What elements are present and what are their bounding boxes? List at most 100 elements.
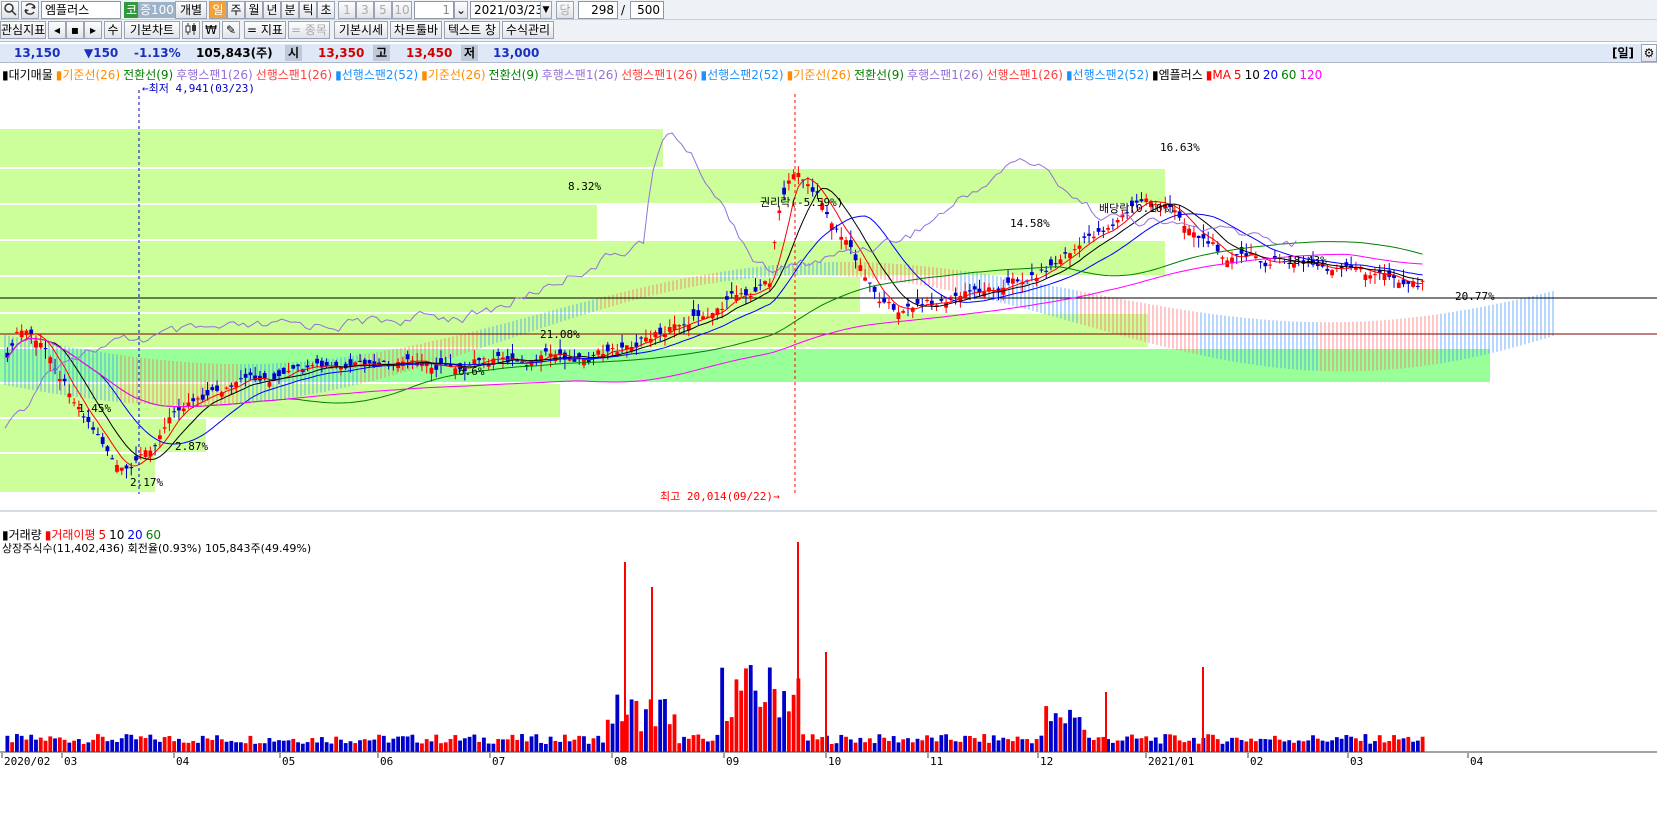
count-field[interactable]: 1 (414, 1, 454, 19)
profile-band (0, 277, 860, 312)
volume-bar (477, 741, 482, 752)
rights-ex-label: 권리락(-5.59%) (760, 196, 843, 209)
volume-bar (196, 742, 200, 752)
volume-bar (439, 743, 443, 752)
watch-indicator-button[interactable]: 관심지표 (0, 21, 46, 39)
date-dropdown-icon[interactable]: ▼ (540, 1, 552, 19)
candle-icon[interactable] (182, 21, 200, 39)
item-button[interactable]: = 종목 (288, 21, 330, 39)
volume-bar (391, 738, 396, 752)
search-icon[interactable] (1, 1, 19, 19)
price-volume-chart[interactable]: ←최저 4,941(03/23) 최고 20,014(09/22)→ 권리락(-5.… (0, 64, 1657, 813)
candle-body (134, 456, 138, 461)
candle-body (243, 373, 248, 378)
volume-bar (353, 743, 358, 752)
basic-quote-button[interactable]: 기본시세 (334, 21, 388, 39)
volume-bar (1311, 735, 1315, 752)
volume-bar (1072, 717, 1077, 752)
indicator-button[interactable]: = 지표 (244, 21, 286, 39)
candle-body (34, 340, 38, 348)
period-minute-button[interactable]: 분 (281, 1, 299, 19)
volume-bar (1268, 739, 1273, 752)
minute-1-button[interactable]: 1 (338, 1, 356, 19)
period-tick-button[interactable]: 틱 (299, 1, 317, 19)
basic-chart-button[interactable]: 기본차트 (124, 21, 180, 39)
candle-body (1325, 268, 1330, 271)
volume-bar (277, 740, 281, 752)
volume-bar (1096, 737, 1101, 752)
high-marker-label: 최고 20,014(09/22)→ (660, 490, 780, 503)
volume-bar (1325, 741, 1330, 752)
volume-bar (877, 734, 882, 752)
count-dropdown-icon[interactable]: ⌄ (454, 1, 468, 19)
su-button[interactable]: 수 (104, 21, 122, 39)
period-second-button[interactable]: 초 (317, 1, 335, 19)
refresh-icon[interactable] (21, 1, 39, 19)
volume-bar (481, 737, 486, 752)
candle-body (620, 342, 624, 348)
volume-bar (1368, 743, 1373, 752)
candle-body (124, 465, 129, 469)
scroll-left-icon[interactable]: ◂ (48, 21, 66, 39)
candle-body (1396, 282, 1401, 288)
scroll-right-icon[interactable]: ▸ (84, 21, 102, 39)
chart-toolbar-button[interactable]: 차트툴바 (390, 21, 442, 39)
minute-10-button[interactable]: 10 (392, 1, 412, 19)
volume-bar (548, 736, 553, 752)
volume-bar (96, 734, 100, 752)
candle-body (1087, 233, 1091, 236)
volume-bar (291, 738, 296, 752)
candle-body (1006, 277, 1010, 283)
volume-bar (901, 739, 906, 752)
candle-body (925, 299, 929, 302)
minute-3-button[interactable]: 3 (356, 1, 374, 19)
candle-body (891, 304, 896, 310)
stock-name-field[interactable]: 엠플러스 (41, 1, 121, 19)
period-year-button[interactable]: 년 (263, 1, 281, 19)
profile-percent-label: 16.63% (1160, 141, 1200, 154)
period-week-button[interactable]: 주 (227, 1, 245, 19)
price-legend: ▮대기매물 ▮기준선(26) 전환선(9) 후행스팬1(26) 선행스팬1(26) ▮선행… (2, 68, 1325, 82)
volume-bar (505, 739, 510, 752)
candle-body (834, 228, 839, 230)
price-legend-item-19: 10 (1244, 68, 1260, 82)
period-toggle-button[interactable]: 당 (556, 1, 574, 19)
volume-bar (810, 734, 815, 752)
volume-bar (996, 740, 1001, 752)
volume-bar (1115, 740, 1120, 752)
candle-body (877, 301, 882, 304)
volume-bar (448, 739, 453, 752)
candle-body (968, 290, 972, 292)
period-month-button[interactable]: 월 (245, 1, 263, 19)
volume-bar (410, 734, 415, 752)
profile-percent-label: 6.6% (458, 365, 485, 378)
stop-icon[interactable]: ▪ (66, 21, 84, 39)
chart-area[interactable]: ←최저 4,941(03/23) 최고 20,014(09/22)→ 권리락(-5.… (0, 64, 1657, 813)
settings-icon[interactable]: ⚙ (1641, 44, 1657, 62)
total-count-field[interactable]: 500 (630, 1, 664, 19)
candle-body (305, 365, 310, 368)
volume-bar (1358, 740, 1363, 752)
individual-button[interactable]: 개별 (175, 1, 207, 19)
candle-body (772, 242, 777, 244)
candle-body (210, 387, 215, 390)
volume-bar (1377, 735, 1382, 752)
minute-5-button[interactable]: 5 (374, 1, 392, 19)
volume-bar (601, 742, 605, 752)
candle-body (644, 337, 648, 342)
volume-bar (663, 699, 667, 752)
display-count-field[interactable]: 298 (578, 1, 618, 19)
volume-bar (1153, 737, 1158, 752)
volume-bar (782, 691, 786, 752)
wrench-icon[interactable]: ✎ (222, 21, 240, 39)
formula-button[interactable]: 수식관리 (502, 21, 554, 39)
text-window-button[interactable]: 텍스트 창 (444, 21, 500, 39)
profile-band (0, 349, 1490, 382)
volume-bar (596, 735, 601, 752)
period-day-button[interactable]: 일 (209, 1, 227, 19)
candle-body (720, 308, 725, 310)
volume-bar (110, 739, 115, 752)
volume-bar (200, 735, 205, 752)
won-icon[interactable]: ₩ (202, 21, 220, 39)
volume-bar (1282, 741, 1287, 752)
